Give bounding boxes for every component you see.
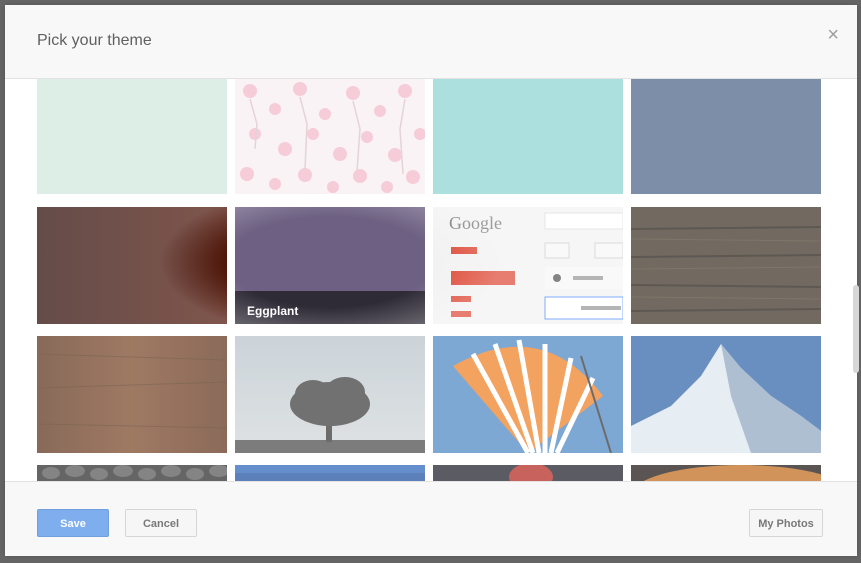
close-icon[interactable]: × bbox=[827, 25, 839, 45]
dialog-footer: Save Cancel My Photos bbox=[5, 481, 857, 556]
theme-tile-dark-red[interactable] bbox=[37, 207, 227, 324]
google-logo: Google bbox=[449, 213, 502, 233]
theme-tile-mint[interactable] bbox=[37, 79, 227, 194]
scrollbar-thumb[interactable] bbox=[853, 285, 859, 373]
theme-tile-wood-dark[interactable] bbox=[631, 207, 821, 324]
theme-tile-classic-gmail[interactable]: Google bbox=[433, 207, 623, 324]
theme-tile-eggplant[interactable]: Eggplant bbox=[235, 207, 425, 324]
theme-tile-orange-planet[interactable] bbox=[631, 465, 821, 481]
cancel-button[interactable]: Cancel bbox=[125, 509, 197, 537]
theme-tile-tree[interactable] bbox=[235, 336, 425, 453]
theme-tile-dark-red-abstract[interactable] bbox=[433, 465, 623, 481]
theme-tile-navy[interactable] bbox=[631, 79, 821, 194]
theme-tile-mountain[interactable] bbox=[631, 336, 821, 453]
theme-tile-teal[interactable] bbox=[433, 79, 623, 194]
theme-tile-blue-sky[interactable] bbox=[235, 465, 425, 481]
theme-tile-wood-brown[interactable] bbox=[37, 336, 227, 453]
theme-label-eggplant: Eggplant bbox=[235, 291, 425, 324]
dialog-title: Pick your theme bbox=[37, 32, 152, 49]
save-button[interactable]: Save bbox=[37, 509, 109, 537]
theme-picker-dialog: Pick your theme × Eggplant Google Save C… bbox=[5, 5, 857, 556]
theme-grid: Eggplant Google bbox=[5, 79, 857, 481]
dialog-header: Pick your theme × bbox=[5, 5, 857, 79]
theme-tile-cherry-blossom[interactable] bbox=[235, 79, 425, 194]
theme-tile-pebbles[interactable] bbox=[37, 465, 227, 481]
my-photos-button[interactable]: My Photos bbox=[749, 509, 823, 537]
theme-tile-umbrella[interactable] bbox=[433, 336, 623, 453]
